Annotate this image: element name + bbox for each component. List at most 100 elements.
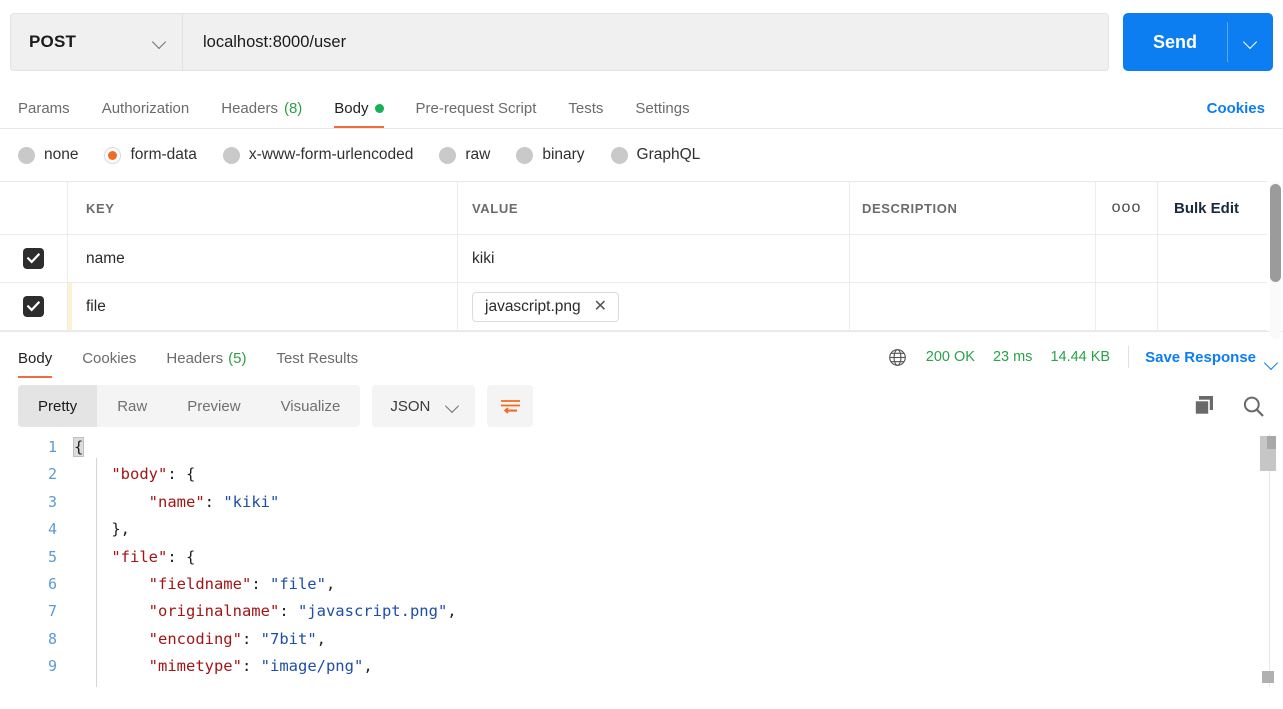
- code-scrollbar-track[interactable]: [1269, 434, 1270, 687]
- chevron-down-icon: [446, 400, 459, 413]
- code-scrollbar-marker[interactable]: [1262, 671, 1274, 683]
- format-dropdown[interactable]: JSON: [372, 385, 476, 427]
- body-mode-graphql[interactable]: GraphQL: [610, 146, 701, 164]
- table-row: file javascript.png ✕: [0, 283, 1267, 331]
- response-body-code[interactable]: 1 { 2 "body": { 3 "name": "kiki" 4 }, 5 …: [0, 434, 1283, 687]
- radio-icon: [610, 146, 628, 164]
- code-token: ,: [447, 602, 457, 621]
- line-number: 8: [47, 629, 57, 648]
- code-token: "fieldname": [148, 574, 252, 593]
- code-line: 4 },: [0, 516, 1283, 543]
- code-text: {: [72, 434, 85, 461]
- tab-headers[interactable]: Headers (8): [221, 100, 302, 128]
- row-description-cell[interactable]: [850, 235, 1096, 282]
- file-chip[interactable]: javascript.png ✕: [472, 291, 620, 322]
- url-input-wrapper[interactable]: [183, 13, 1109, 71]
- cookies-link[interactable]: Cookies: [1207, 100, 1265, 128]
- code-token: : {: [167, 465, 196, 484]
- code-token: :: [204, 492, 224, 511]
- url-input[interactable]: [201, 31, 1090, 53]
- chevron-down-icon: [153, 36, 166, 49]
- code-token: ,: [363, 657, 373, 676]
- tab-count: (8): [283, 100, 303, 117]
- mode-label: GraphQL: [636, 146, 701, 163]
- body-mode-radio-group: none form-data x-www-form-urlencoded raw…: [0, 129, 1283, 181]
- send-button[interactable]: Send: [1123, 13, 1227, 71]
- table-options-button[interactable]: ooo: [1096, 182, 1158, 234]
- body-mode-none[interactable]: none: [18, 146, 78, 164]
- copy-button[interactable]: [1194, 395, 1218, 417]
- code-token: "name": [148, 492, 205, 511]
- code-line: 9 "mimetype": "image/png",: [0, 653, 1283, 680]
- row-options-cell[interactable]: [1096, 283, 1158, 330]
- column-header-value: VALUE: [472, 200, 519, 216]
- code-token: "mimetype": [148, 657, 242, 676]
- radio-icon: [18, 146, 35, 164]
- code-token: "file": [269, 574, 326, 593]
- code-line: 3 "name": "kiki": [0, 489, 1283, 516]
- body-mode-form-data[interactable]: form-data: [104, 146, 197, 164]
- more-options-icon: ooo: [1111, 199, 1142, 216]
- method-dropdown[interactable]: POST: [10, 13, 183, 71]
- close-icon[interactable]: ✕: [594, 298, 607, 315]
- word-wrap-button[interactable]: [487, 385, 534, 427]
- response-time: 23 ms: [992, 349, 1033, 365]
- column-header-key: KEY: [86, 200, 115, 216]
- row-value-cell[interactable]: kiki: [458, 235, 850, 282]
- row-checkbox[interactable]: [23, 296, 44, 317]
- code-text: },: [74, 516, 130, 543]
- code-token: "file": [111, 547, 168, 566]
- body-mode-binary[interactable]: binary: [516, 146, 585, 164]
- row-key-text: name: [86, 249, 125, 267]
- tab-pre-request-script[interactable]: Pre-request Script: [416, 100, 537, 128]
- table-scrollbar-thumb[interactable]: [1270, 184, 1281, 282]
- divider: [1128, 346, 1130, 368]
- format-label: JSON: [390, 397, 431, 415]
- code-token: "encoding": [148, 629, 242, 648]
- response-tab-body[interactable]: Body: [18, 350, 53, 378]
- tab-label: Test Results: [276, 350, 359, 367]
- row-key-cell[interactable]: name: [68, 235, 458, 282]
- body-mode-x-www-form-urlencoded[interactable]: x-www-form-urlencoded: [222, 146, 413, 164]
- response-tab-cookies[interactable]: Cookies: [82, 350, 136, 378]
- mode-label: form-data: [130, 146, 197, 163]
- tab-settings[interactable]: Settings: [635, 100, 689, 128]
- radio-selected-icon: [104, 146, 122, 164]
- method-label: POST: [29, 32, 77, 51]
- response-tab-headers[interactable]: Headers (5): [166, 350, 246, 378]
- line-number: 1: [47, 438, 57, 456]
- tab-authorization[interactable]: Authorization: [102, 100, 190, 128]
- row-value-cell[interactable]: javascript.png ✕: [458, 283, 850, 330]
- code-token: ,: [316, 629, 326, 648]
- row-key-cell[interactable]: file: [68, 283, 458, 330]
- code-text: "encoding": "7bit",: [74, 626, 326, 653]
- chevron-down-icon: [1244, 36, 1257, 49]
- view-raw[interactable]: Raw: [97, 385, 167, 427]
- row-options-cell[interactable]: [1096, 235, 1158, 282]
- row-description-cell[interactable]: [850, 283, 1096, 330]
- line-number: 5: [47, 547, 57, 566]
- view-visualize[interactable]: Visualize: [261, 385, 361, 427]
- search-button[interactable]: [1242, 395, 1265, 418]
- code-token: ,: [325, 574, 336, 593]
- tab-label: Headers: [166, 350, 224, 367]
- code-token: :: [251, 574, 270, 593]
- body-mode-raw[interactable]: raw: [439, 146, 490, 164]
- line-number: 7: [47, 602, 57, 621]
- tab-tests[interactable]: Tests: [568, 100, 603, 128]
- view-pretty[interactable]: Pretty: [18, 385, 98, 427]
- globe-icon: [888, 348, 906, 366]
- mode-label: binary: [542, 146, 585, 163]
- code-token: },: [111, 520, 130, 539]
- bulk-edit-cell: Bulk Edit: [1158, 182, 1267, 234]
- response-tab-test-results[interactable]: Test Results: [276, 350, 358, 378]
- tab-params[interactable]: Params: [18, 100, 70, 128]
- view-preview[interactable]: Preview: [167, 385, 260, 427]
- save-response-button[interactable]: Save Response: [1145, 349, 1256, 366]
- bulk-edit-button[interactable]: Bulk Edit: [1174, 200, 1239, 217]
- row-checkbox[interactable]: [23, 248, 44, 269]
- code-token: :: [241, 629, 261, 648]
- tab-body[interactable]: Body: [334, 100, 384, 128]
- code-scrollbar-handle[interactable]: [1267, 436, 1276, 449]
- send-options-button[interactable]: [1228, 13, 1273, 71]
